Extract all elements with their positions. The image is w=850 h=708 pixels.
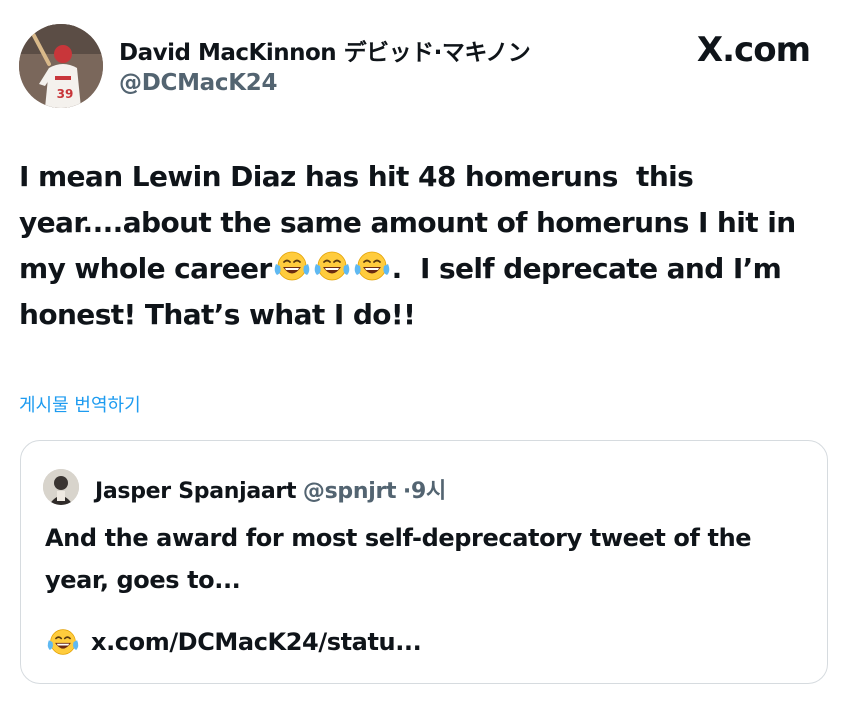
tweet-line-1: I mean Lewin Diaz has hit 48 homeruns th… — [19, 160, 694, 193]
quoted-author-name[interactable]: Jasper Spanjaart — [95, 479, 297, 504]
baseball-player-photo: 39 — [19, 24, 103, 108]
tweet-text: I mean Lewin Diaz has hit 48 homeruns th… — [19, 154, 831, 338]
author-avatar[interactable]: 39 — [19, 24, 103, 108]
tweet-line-3b: . I self deprecate and I’m — [391, 252, 782, 285]
quoted-tweet-header: Jasper Spanjaart @spnjrt ·9시 — [95, 473, 446, 505]
translate-post-link[interactable]: 게시물 번역하기 — [19, 391, 141, 417]
quoted-tweet-link[interactable]: x.com/DCMacK24/statu... — [91, 628, 422, 656]
face-with-tears-of-joy-icon — [272, 249, 312, 283]
tweet-line-4: honest! That’s what I do!! — [19, 298, 416, 331]
face-with-tears-of-joy-icon — [312, 249, 352, 283]
quoted-author-avatar[interactable] — [43, 469, 79, 505]
svg-text:39: 39 — [57, 87, 74, 101]
brand-watermark: X.com — [696, 30, 811, 70]
quoted-tweet-link-row[interactable]: x.com/DCMacK24/statu... — [45, 627, 422, 657]
author-handle[interactable]: @DCMacK24 — [119, 70, 277, 96]
quoted-tweet-text: And the award for most self-deprecatory … — [45, 524, 752, 594]
brand-label: X.com — [696, 30, 811, 70]
quoted-tweet-card[interactable]: Jasper Spanjaart @spnjrt ·9시 And the awa… — [20, 440, 828, 684]
tweet-line-2: year....about the same amount of homerun… — [19, 206, 796, 239]
tweet-line-3a: my whole career — [19, 252, 272, 285]
author-name[interactable]: David MacKinnon デビッド·マキノン — [119, 33, 531, 67]
separator-dot: · — [402, 479, 411, 504]
face-with-tears-of-joy-icon — [45, 627, 81, 657]
person-photo — [43, 469, 79, 505]
quoted-tweet-time[interactable]: 9시 — [411, 479, 446, 504]
quoted-author-handle[interactable]: @spnjrt — [303, 479, 397, 504]
face-with-tears-of-joy-icon — [352, 249, 392, 283]
